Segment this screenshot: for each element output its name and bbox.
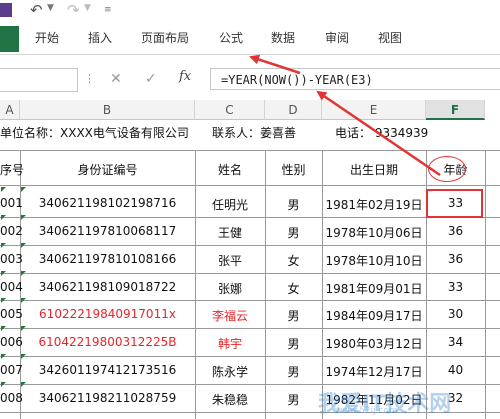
arrow-to-formula — [316, 90, 441, 177]
arrow-to-formulas-tab — [249, 54, 301, 75]
annotation-arrows — [249, 54, 441, 177]
watermark-url: www.52ij.com — [335, 406, 398, 416]
